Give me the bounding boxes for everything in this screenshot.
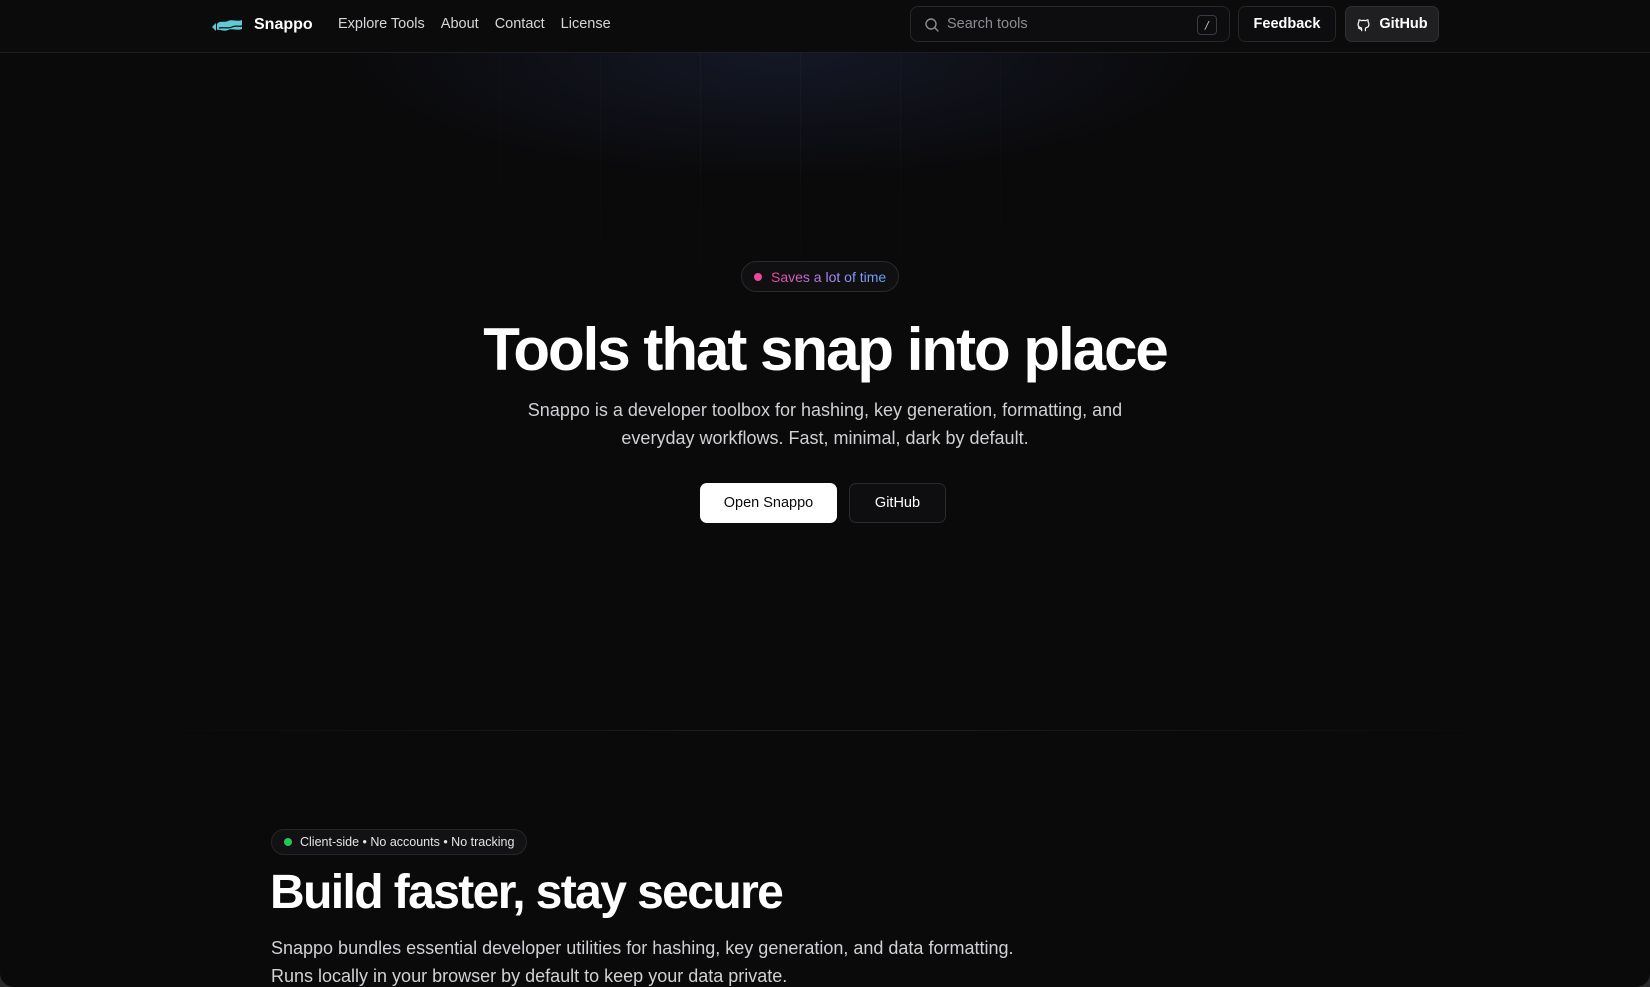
search-box: / [910, 6, 1230, 42]
search-input[interactable] [947, 7, 1187, 41]
hero-title: Tools that snap into place [483, 316, 1169, 383]
features-title: Build faster, stay secure [270, 866, 784, 919]
nav-link-license[interactable]: License [561, 16, 611, 32]
section-divider [100, 730, 1550, 731]
hero-subtitle: Snappo is a developer toolbox for hashin… [527, 400, 1123, 448]
primary-nav: Explore Tools About Contact License [338, 16, 611, 32]
search-shortcut-hint: / [1197, 15, 1217, 35]
snappo-logo-icon [212, 20, 243, 31]
open-snappo-button[interactable]: Open Snappo [700, 483, 837, 523]
github-nav-button[interactable]: GitHub [1345, 6, 1439, 42]
github-icon [1357, 18, 1370, 31]
feedback-button[interactable]: Feedback [1238, 6, 1336, 42]
search-icon [925, 18, 939, 32]
nav-link-about[interactable]: About [441, 16, 479, 32]
badge-dot [284, 838, 292, 846]
nav-link-explore-tools[interactable]: Explore Tools [338, 16, 425, 32]
brand-name: Snappo [254, 16, 313, 33]
page-frame: Snappo Explore Tools About Contact Licen… [0, 0, 1650, 987]
hero-actions: Open Snappo GitHub [700, 483, 946, 523]
hero-badge-text: Saves a lot of time [771, 268, 887, 285]
github-nav-label: GitHub [1379, 16, 1428, 32]
features-badge-text: Client-side • No accounts • No tracking [300, 835, 515, 849]
hero-section: Saves a lot of time Tools that snap into… [0, 53, 1650, 731]
badge-dot [754, 272, 762, 281]
hero-grid-background [0, 53, 1650, 731]
brand-link[interactable]: Snappo [210, 12, 313, 38]
features-badge: Client-side • No accounts • No tracking [271, 829, 528, 855]
nav-link-contact[interactable]: Contact [495, 16, 545, 32]
features-subtitle: Snappo bundles essential developer utili… [271, 938, 1014, 986]
github-hero-button[interactable]: GitHub [849, 483, 946, 523]
top-navbar: Snappo Explore Tools About Contact Licen… [0, 0, 1650, 53]
hero-badge: Saves a lot of time [741, 261, 900, 292]
